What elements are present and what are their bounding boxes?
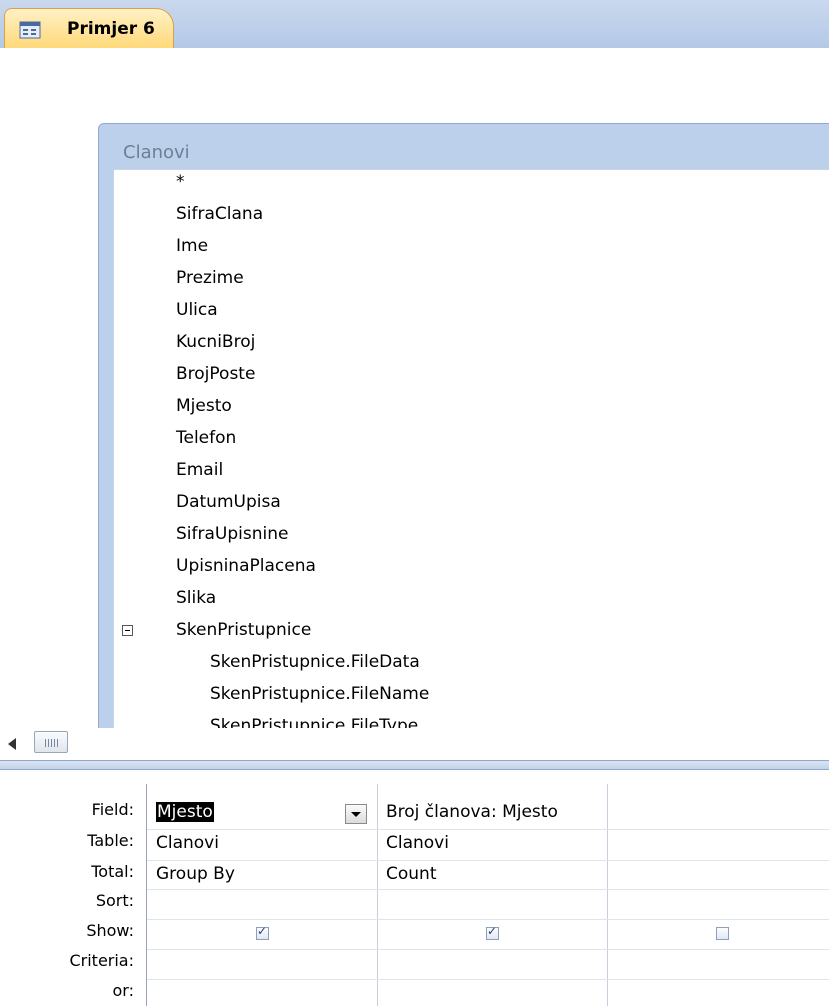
grid-field-cell[interactable]: Mjesto [156,802,214,822]
row-label-or: or: [112,981,134,1000]
field-item[interactable]: SifraUpisnine [176,524,288,544]
sub-field-item[interactable]: SkenPristupnice.FileName [210,684,429,704]
pane-splitter[interactable] [0,760,829,770]
row-label-sort: Sort: [95,891,134,910]
field-item[interactable]: Ulica [176,300,218,320]
show-checkbox[interactable] [256,924,269,940]
field-item[interactable]: BrojPoste [176,364,255,384]
field-list-body[interactable]: * SifraClana Ime Prezime Ulica KucniBroj… [113,169,829,755]
field-item[interactable]: Slika [176,588,216,608]
show-checkbox[interactable] [486,924,499,940]
field-item[interactable]: Email [176,460,223,480]
field-item[interactable]: SkenPristupnice [176,620,311,640]
scroll-thumb[interactable] [34,731,68,753]
grid-total-cell[interactable]: Count [386,864,437,884]
field-item[interactable]: KucniBroj [176,332,255,352]
row-label-table: Table: [87,831,134,850]
chevron-down-icon[interactable] [345,804,367,824]
row-label-criteria: Criteria: [69,951,134,970]
field-list-title: Clanovi [123,142,190,163]
grid-body[interactable]: Mjesto Clanovi Group By Broj članova: Mj… [146,784,829,1006]
design-grid[interactable]: Field: Table: Total: Sort: Show: Criteri… [0,770,829,1006]
field-item[interactable]: Prezime [176,268,244,288]
field-item[interactable]: * [176,172,185,192]
field-item[interactable]: Ime [176,236,208,256]
grid-table-cell[interactable]: Clanovi [386,833,449,853]
grid-table-cell[interactable]: Clanovi [156,833,219,853]
show-checkbox[interactable] [716,927,729,940]
field-item[interactable]: DatumUpisa [176,492,281,512]
collapse-toggle-icon[interactable] [122,625,133,636]
query-design-surface[interactable]: Clanovi * SifraClana Ime Prezime Ulica K… [0,48,829,766]
field-item[interactable]: UpisninaPlacena [176,556,316,576]
tab-primjer-6[interactable]: Primjer 6 [4,8,174,48]
grid-total-cell[interactable]: Group By [156,864,235,884]
horizontal-scrollbar[interactable] [0,728,829,760]
row-label-field: Field: [91,800,134,819]
query-icon [19,21,41,39]
field-item[interactable]: SifraClana [176,204,263,224]
scroll-left-icon[interactable] [8,738,16,750]
sub-field-item[interactable]: SkenPristupnice.FileData [210,652,420,672]
field-list-clanovi[interactable]: Clanovi * SifraClana Ime Prezime Ulica K… [98,123,829,766]
field-item[interactable]: Telefon [176,428,236,448]
field-item[interactable]: Mjesto [176,396,232,416]
row-label-show: Show: [86,921,134,940]
row-label-total: Total: [91,862,134,881]
tab-title: Primjer 6 [67,19,155,39]
grid-field-cell[interactable]: Broj članova: Mjesto [386,802,558,822]
document-tab-bar: Primjer 6 [0,0,829,54]
